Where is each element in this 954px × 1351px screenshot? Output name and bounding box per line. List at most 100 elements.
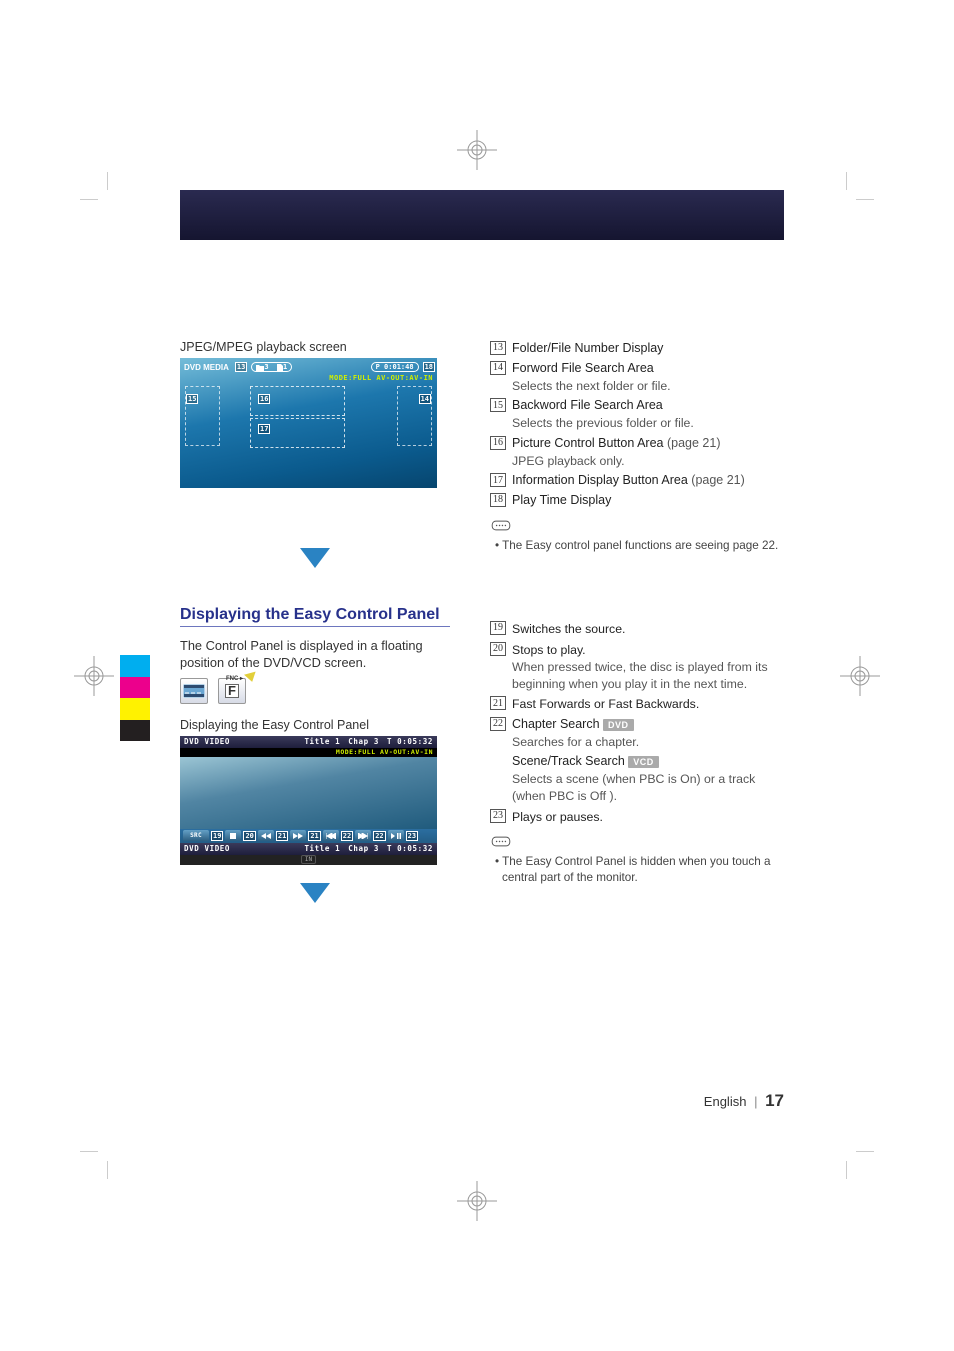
callout-number: 13	[490, 341, 506, 355]
rewind-icon	[261, 833, 271, 839]
crop-mark	[846, 1151, 874, 1179]
continue-arrow-icon	[300, 883, 330, 903]
note-icon	[490, 834, 512, 849]
section-heading: Displaying the Easy Control Panel	[180, 606, 450, 627]
screen-source-label: DVD VIDEO	[184, 737, 230, 746]
list-item: 17 Information Display Button Area (page…	[490, 472, 784, 489]
screen-time-label: T 0:05:32	[387, 737, 433, 746]
item-title: Play Time Display	[512, 493, 611, 507]
vcd-badge: VCD	[628, 756, 659, 768]
next-track-icon	[358, 833, 368, 839]
callout-number: 22	[490, 717, 506, 731]
forward-icon	[293, 833, 303, 839]
item-description: JPEG playback only.	[512, 453, 784, 470]
callout-13: 13	[235, 362, 247, 372]
screen-title-label: Title 1	[304, 737, 340, 746]
src-button[interactable]: SRC	[183, 830, 209, 841]
screenshot-caption: JPEG/MPEG playback screen	[180, 340, 450, 354]
callout-23: 23	[406, 831, 418, 841]
callout-18: 18	[423, 362, 435, 372]
area-outline	[185, 386, 220, 446]
note-text: The Easy control panel functions are see…	[490, 538, 784, 554]
list-item: 18 Play Time Display	[490, 492, 784, 509]
screen-thumbnail-button	[180, 678, 208, 704]
next-chapter-button[interactable]	[355, 830, 371, 841]
item-description: Selects a scene (when PBC is On) or a tr…	[512, 771, 784, 804]
item-description: Stops to play.	[512, 642, 784, 659]
item-description: Plays or pauses.	[512, 809, 784, 826]
play-pause-button[interactable]	[388, 830, 404, 841]
registration-mark	[457, 1181, 497, 1221]
callout-description-list: 13 Folder/File Number Display 14 Forword…	[490, 340, 784, 509]
callout-21: 21	[308, 831, 320, 841]
screen-mode-line: MODE:FULL AV-OUT:AV-IN	[180, 748, 437, 757]
section-intro-text: The Control Panel is displayed in a floa…	[180, 637, 450, 672]
item-title: Backword File Search Area	[512, 398, 663, 412]
file-number: 1	[283, 362, 287, 372]
item-title: Information Display Button Area	[512, 473, 688, 487]
page-footer: English | 17	[704, 1091, 784, 1111]
callout-20: 20	[243, 831, 255, 841]
note-text: The Easy Control Panel is hidden when yo…	[490, 854, 784, 887]
prev-track-icon	[326, 833, 336, 839]
page-number: 17	[765, 1091, 784, 1110]
note-icon	[490, 518, 512, 533]
callout-number: 18	[490, 493, 506, 507]
item-title: Scene/Track Search	[512, 754, 625, 768]
list-item: 23 Plays or pauses.	[490, 808, 784, 826]
note-list: The Easy Control Panel is hidden when yo…	[490, 854, 784, 887]
fast-forward-button[interactable]	[290, 830, 306, 841]
callout-number: 20	[490, 642, 506, 656]
callout-number: 23	[490, 809, 506, 823]
note-list: The Easy control panel functions are see…	[490, 538, 784, 554]
screen-chapter-label: Chap 3	[348, 737, 379, 746]
screenshot-caption: Displaying the Easy Control Panel	[180, 718, 450, 732]
item-description: Switches the source.	[512, 621, 784, 638]
callout-number: 17	[490, 473, 506, 487]
area-outline	[250, 386, 345, 416]
folder-icon	[256, 364, 264, 371]
callout-19: 19	[211, 831, 223, 841]
folder-file-display: 3 1	[251, 362, 292, 372]
stop-button[interactable]	[225, 830, 241, 841]
in-badge: IN	[301, 855, 316, 864]
item-description: Fast Forwards or Fast Backwards.	[512, 696, 784, 713]
color-proof-bar	[120, 655, 175, 741]
touch-hint-icon	[244, 671, 258, 683]
callout-number: 16	[490, 436, 506, 450]
prev-chapter-button[interactable]	[323, 830, 339, 841]
item-description: Searches for a chapter.	[512, 734, 784, 751]
callout-number: 21	[490, 696, 506, 710]
stop-icon	[230, 833, 236, 839]
rewind-button[interactable]	[258, 830, 274, 841]
folder-number: 3	[264, 362, 268, 372]
area-outline	[250, 418, 345, 448]
crop-mark	[80, 1151, 108, 1179]
footer-language: English	[704, 1094, 747, 1109]
registration-mark	[840, 656, 880, 696]
item-description: When pressed twice, the disc is played f…	[512, 659, 784, 692]
callout-22: 22	[341, 831, 353, 841]
callout-21: 21	[276, 831, 288, 841]
fnc-label: F	[225, 684, 239, 698]
crop-mark	[846, 172, 874, 200]
screen-title-label: Title 1	[304, 844, 340, 853]
item-title: Picture Control Button Area	[512, 436, 663, 450]
screen-source-label: DVD VIDEO	[184, 844, 230, 853]
area-outline	[397, 386, 432, 446]
screen-mode-line: MODE:FULL AV-OUT:AV-IN	[250, 374, 433, 382]
chapter-header-bar	[180, 190, 784, 240]
dvd-badge: DVD	[603, 719, 634, 731]
page-reference: (page 21)	[667, 436, 721, 450]
list-item: 21 Fast Forwards or Fast Backwards.	[490, 695, 784, 713]
callout-number: 19	[490, 621, 506, 635]
list-item: 22 Chapter Search DVD Searches for a cha…	[490, 716, 784, 805]
item-description: Selects the previous folder or file.	[512, 415, 784, 432]
page-reference: (page 21)	[691, 473, 745, 487]
list-item: 20 Stops to play. When pressed twice, th…	[490, 641, 784, 693]
fnc-button: FNC ▸ F	[218, 678, 246, 704]
list-item: 13 Folder/File Number Display	[490, 340, 784, 357]
item-title: Forword File Search Area	[512, 361, 654, 375]
thumbnail-icon	[183, 684, 205, 698]
screen-time-label: T 0:05:32	[387, 844, 433, 853]
